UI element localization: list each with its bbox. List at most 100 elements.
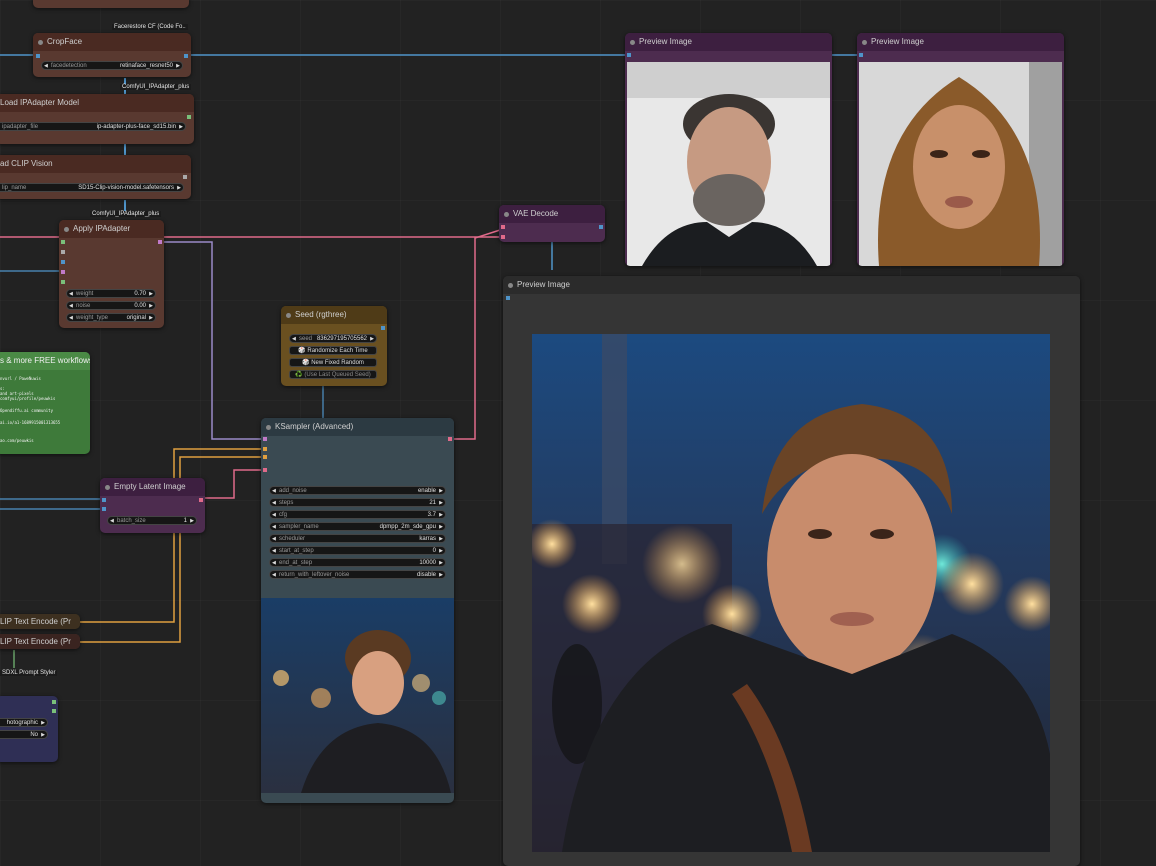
clip-text-encode-positive-title[interactable]: LIP Text Encode (Pr bbox=[0, 614, 80, 629]
facerestore-node[interactable] bbox=[33, 0, 189, 8]
input-slot-images[interactable] bbox=[859, 53, 863, 57]
collapse-dot-icon[interactable] bbox=[630, 40, 635, 45]
arrow-left-icon[interactable]: ◀ bbox=[272, 487, 276, 494]
arrow-right-icon[interactable]: ▶ bbox=[177, 184, 181, 191]
clip-name-combo[interactable]: lip_name SD15-Clip-vision-model.safetens… bbox=[0, 183, 184, 192]
arrow-left-icon[interactable]: ◀ bbox=[69, 314, 73, 321]
facedetection-combo[interactable]: ◀ facedetection retinaface_resnet50 ▶ bbox=[41, 61, 183, 70]
log-prompt-combo[interactable]: No ▶ bbox=[0, 730, 48, 739]
apply-ipadapter-node[interactable]: Apply IPAdapter ◀ weight 0.70 ▶ ◀ noise … bbox=[59, 220, 164, 328]
arrow-left-icon[interactable]: ◀ bbox=[292, 335, 296, 342]
input-slot-images[interactable] bbox=[627, 53, 631, 57]
output-slot-image[interactable] bbox=[599, 225, 603, 229]
seed-value-input[interactable]: ◀ seed 836297195705562 ▶ bbox=[289, 334, 377, 343]
ksampler-widget-sampler-name[interactable]: ◀ sampler_name dpmpp_2m_sde_gpu ▶ bbox=[269, 522, 446, 531]
free-workflows-title[interactable]: s & more FREE workflows bbox=[0, 352, 90, 370]
input-slot-image[interactable] bbox=[61, 260, 65, 264]
collapse-dot-icon[interactable] bbox=[862, 40, 867, 45]
empty-latent-node[interactable]: Empty Latent Image ◀ batch_size 1 ▶ bbox=[100, 478, 205, 533]
seed-node[interactable]: Seed (rgthree) ◀ seed 836297195705562 ▶ … bbox=[281, 306, 387, 386]
load-clip-vision-title[interactable]: ad CLIP Vision bbox=[0, 155, 191, 173]
output-slot-seed[interactable] bbox=[381, 326, 385, 330]
ksampler-node[interactable]: KSampler (Advanced) ◀ add_noise enable ▶ ◀ st… bbox=[261, 418, 454, 803]
preview-image-1-node[interactable]: Preview Image bbox=[625, 33, 832, 266]
arrow-right-icon[interactable]: ▶ bbox=[190, 517, 194, 524]
arrow-right-icon[interactable]: ▶ bbox=[149, 302, 153, 309]
weight-slider[interactable]: ◀ weight 0.70 ▶ bbox=[66, 289, 156, 298]
cropface-title[interactable]: CropFace bbox=[33, 33, 191, 51]
output-slot[interactable] bbox=[187, 115, 191, 119]
preview-image-2-node[interactable]: Preview Image bbox=[857, 33, 1064, 266]
sdxl-styler-node[interactable]: hotographic ▶ No ▶ bbox=[0, 696, 58, 762]
input-slot-negative[interactable] bbox=[263, 455, 267, 459]
arrow-right-icon[interactable]: ▶ bbox=[149, 314, 153, 321]
output-slot-latent[interactable] bbox=[199, 498, 203, 502]
clip-text-encode-negative-title[interactable]: LIP Text Encode (Pr bbox=[0, 634, 80, 649]
ksampler-widget-return-with-leftover-noise[interactable]: ◀ return_with_leftover_noise disable ▶ bbox=[269, 570, 446, 579]
ksampler-widget-cfg[interactable]: ◀ cfg 3.7 ▶ bbox=[269, 510, 446, 519]
arrow-right-icon[interactable]: ▶ bbox=[41, 719, 45, 726]
arrow-left-icon[interactable]: ◀ bbox=[272, 547, 276, 554]
collapse-dot-icon[interactable] bbox=[286, 313, 291, 318]
output-slot[interactable] bbox=[183, 175, 187, 179]
load-ipadapter-title[interactable]: Load IPAdapter Model bbox=[0, 94, 194, 112]
ksampler-widget-end-at-step[interactable]: ◀ end_at_step 10000 ▶ bbox=[269, 558, 446, 567]
input-slot-width[interactable] bbox=[102, 498, 106, 502]
vae-decode-title[interactable]: VAE Decode bbox=[499, 205, 605, 223]
load-clip-vision-node[interactable]: ad CLIP Vision lip_name SD15-Clip-vision… bbox=[0, 155, 191, 199]
input-slot-ipadapter[interactable] bbox=[61, 240, 65, 244]
collapse-dot-icon[interactable] bbox=[105, 485, 110, 490]
arrow-right-icon[interactable]: ▶ bbox=[439, 523, 443, 530]
ksampler-widget-steps[interactable]: ◀ steps 21 ▶ bbox=[269, 498, 446, 507]
ksampler-widget-scheduler[interactable]: ◀ scheduler karras ▶ bbox=[269, 534, 446, 543]
arrow-left-icon[interactable]: ◀ bbox=[272, 523, 276, 530]
input-slot-samples[interactable] bbox=[501, 225, 505, 229]
sdxl-styler-title[interactable]: SDXL Prompt Styler bbox=[0, 670, 58, 676]
arrow-left-icon[interactable]: ◀ bbox=[110, 517, 114, 524]
seed-title[interactable]: Seed (rgthree) bbox=[281, 306, 387, 324]
ipadapter-file-combo[interactable]: ipadapter_file ip-adapter-plus-face_sd15… bbox=[0, 122, 186, 131]
arrow-left-icon[interactable]: ◀ bbox=[69, 290, 73, 297]
arrow-right-icon[interactable]: ▶ bbox=[439, 535, 443, 542]
arrow-right-icon[interactable]: ▶ bbox=[179, 123, 183, 130]
vae-decode-node[interactable]: VAE Decode bbox=[499, 205, 605, 242]
arrow-right-icon[interactable]: ▶ bbox=[439, 559, 443, 566]
arrow-right-icon[interactable]: ▶ bbox=[370, 335, 374, 342]
collapse-dot-icon[interactable] bbox=[508, 283, 513, 288]
input-slot-height[interactable] bbox=[102, 507, 106, 511]
arrow-left-icon[interactable]: ◀ bbox=[272, 535, 276, 542]
arrow-left-icon[interactable]: ◀ bbox=[272, 559, 276, 566]
preview-image-1-title[interactable]: Preview Image bbox=[625, 33, 832, 51]
output-slot[interactable] bbox=[184, 54, 188, 58]
input-slot-clip-vision[interactable] bbox=[61, 250, 65, 254]
weight-type-combo[interactable]: ◀ weight_type original ▶ bbox=[66, 313, 156, 322]
output-slot-negative[interactable] bbox=[52, 709, 56, 713]
preview-image-3-title[interactable]: Preview Image bbox=[503, 276, 1080, 294]
arrow-right-icon[interactable]: ▶ bbox=[176, 62, 180, 69]
output-slot-model[interactable] bbox=[158, 240, 162, 244]
cropface-node[interactable]: CropFace ◀ facedetection retinaface_resn… bbox=[33, 33, 191, 77]
input-slot-model[interactable] bbox=[61, 270, 65, 274]
input-slot-mask[interactable] bbox=[61, 280, 65, 284]
input-slot-model[interactable] bbox=[263, 437, 267, 441]
arrow-left-icon[interactable]: ◀ bbox=[272, 499, 276, 506]
arrow-left-icon[interactable]: ◀ bbox=[69, 302, 73, 309]
preview-image-2-title[interactable]: Preview Image bbox=[857, 33, 1064, 51]
input-slot-images[interactable] bbox=[506, 296, 510, 300]
collapse-dot-icon[interactable] bbox=[504, 212, 509, 217]
style-combo[interactable]: hotographic ▶ bbox=[0, 718, 48, 727]
arrow-right-icon[interactable]: ▶ bbox=[439, 571, 443, 578]
empty-latent-title[interactable]: Empty Latent Image bbox=[100, 478, 205, 496]
ksampler-title[interactable]: KSampler (Advanced) bbox=[261, 418, 454, 436]
arrow-left-icon[interactable]: ◀ bbox=[272, 571, 276, 578]
free-workflows-note[interactable]: s & more FREE workflows nvurl / PaweNuwi… bbox=[0, 352, 90, 454]
clip-text-encode-negative-node[interactable]: LIP Text Encode (Pr bbox=[0, 634, 80, 649]
collapse-dot-icon[interactable] bbox=[64, 227, 69, 232]
randomize-each-time-button[interactable]: 🎲 Randomize Each Time bbox=[289, 346, 377, 355]
arrow-right-icon[interactable]: ▶ bbox=[439, 499, 443, 506]
arrow-left-icon[interactable]: ◀ bbox=[272, 511, 276, 518]
use-last-queued-seed-button[interactable]: ♻️ (Use Last Queued Seed) bbox=[289, 370, 377, 379]
collapse-dot-icon[interactable] bbox=[38, 40, 43, 45]
ksampler-widget-start-at-step[interactable]: ◀ start_at_step 0 ▶ bbox=[269, 546, 446, 555]
ksampler-widget-add-noise[interactable]: ◀ add_noise enable ▶ bbox=[269, 486, 446, 495]
